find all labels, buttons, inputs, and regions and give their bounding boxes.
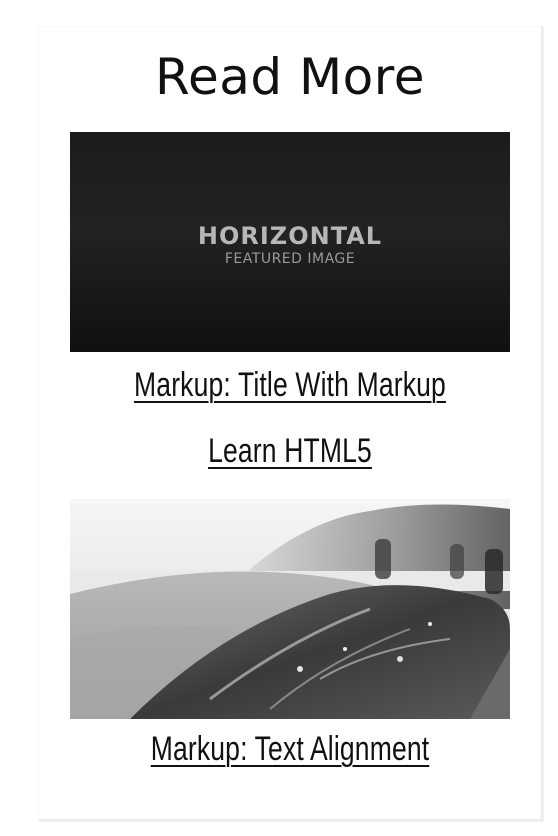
post-thumbnail-title-with-markup[interactable]: HORIZONTAL FEATURED IMAGE <box>70 132 510 352</box>
placeholder-subline: FEATURED IMAGE <box>224 251 356 267</box>
post-thumbnail-text-alignment[interactable] <box>70 499 510 719</box>
post-link-learn-html5[interactable]: Learn HTML5 <box>94 429 486 473</box>
post-link-text-alignment[interactable]: Markup: Text Alignment <box>94 727 486 771</box>
section-title: Read More <box>155 48 425 106</box>
read-more-widget: Read More HORIZONTAL FEATURED IMAGE Mark… <box>38 26 543 821</box>
post-link-title-with-markup[interactable]: Markup: Title With Markup <box>94 363 486 407</box>
placeholder-headline: HORIZONTAL <box>197 222 383 250</box>
boat-photo <box>70 499 510 719</box>
